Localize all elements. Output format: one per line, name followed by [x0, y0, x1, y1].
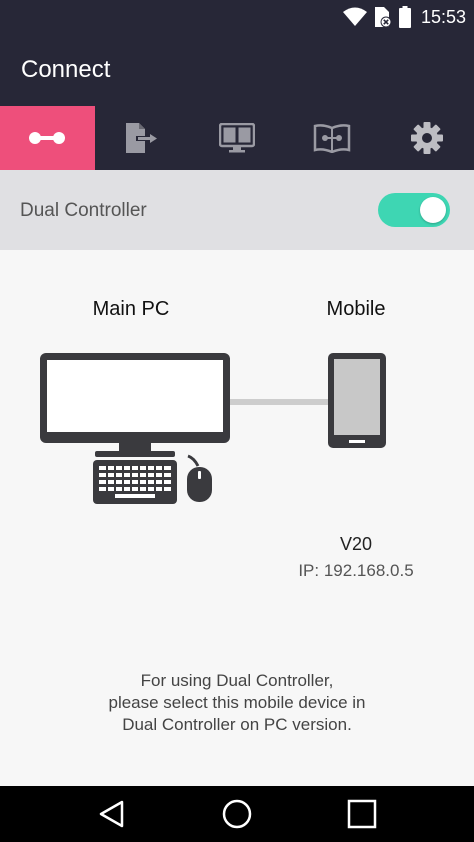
instructions-line-1: For using Dual Controller, — [140, 671, 334, 690]
tab-settings[interactable] — [379, 106, 474, 170]
mobile-label: Mobile — [326, 298, 386, 320]
device-name: V20 — [339, 534, 373, 554]
recents-square-icon — [347, 799, 377, 829]
book-icon — [313, 124, 351, 153]
status-icons: 15:53 — [342, 0, 466, 34]
tab-screen[interactable] — [190, 106, 285, 170]
battery-icon — [398, 6, 411, 28]
page-title: Connect — [21, 56, 111, 83]
status-time: 15:53 — [420, 6, 466, 27]
sim-no-signal-icon — [374, 7, 392, 28]
mouse-icon — [187, 454, 212, 502]
tab-guide[interactable] — [284, 106, 379, 170]
keyboard-icon — [93, 460, 177, 504]
wifi-icon — [342, 7, 367, 26]
monitor-icon — [40, 353, 230, 457]
tab-bar — [0, 106, 474, 170]
recents-button[interactable] — [332, 794, 392, 834]
dual-screen-icon — [218, 123, 255, 153]
toggle-knob — [420, 197, 446, 223]
instructions-line-2: please select this mobile device in — [108, 693, 366, 712]
home-button[interactable] — [207, 794, 267, 834]
connection-icon — [29, 132, 66, 144]
home-circle-icon — [222, 799, 252, 829]
back-button[interactable] — [82, 794, 142, 834]
navigation-bar — [0, 786, 474, 842]
dual-controller-toggle[interactable] — [378, 193, 450, 227]
connection-diagram — [40, 353, 386, 504]
main-pc-label: Main PC — [92, 298, 170, 320]
phone-icon — [328, 353, 386, 448]
connection-line — [229, 399, 331, 405]
instructions-line-3: Dual Controller on PC version. — [122, 715, 352, 734]
tab-connect[interactable] — [0, 106, 95, 170]
device-ip: IP: 192.168.0.5 — [298, 561, 414, 580]
gear-icon — [410, 122, 443, 154]
status-bar: 15:53 — [0, 0, 474, 34]
file-transfer-icon — [126, 123, 158, 153]
tab-file-transfer[interactable] — [95, 106, 190, 170]
app-bar: Connect — [0, 34, 474, 106]
instructions-text: For using Dual Controller, please select… — [40, 670, 434, 736]
dual-controller-label: Dual Controller — [20, 200, 147, 221]
back-triangle-icon — [99, 800, 124, 828]
